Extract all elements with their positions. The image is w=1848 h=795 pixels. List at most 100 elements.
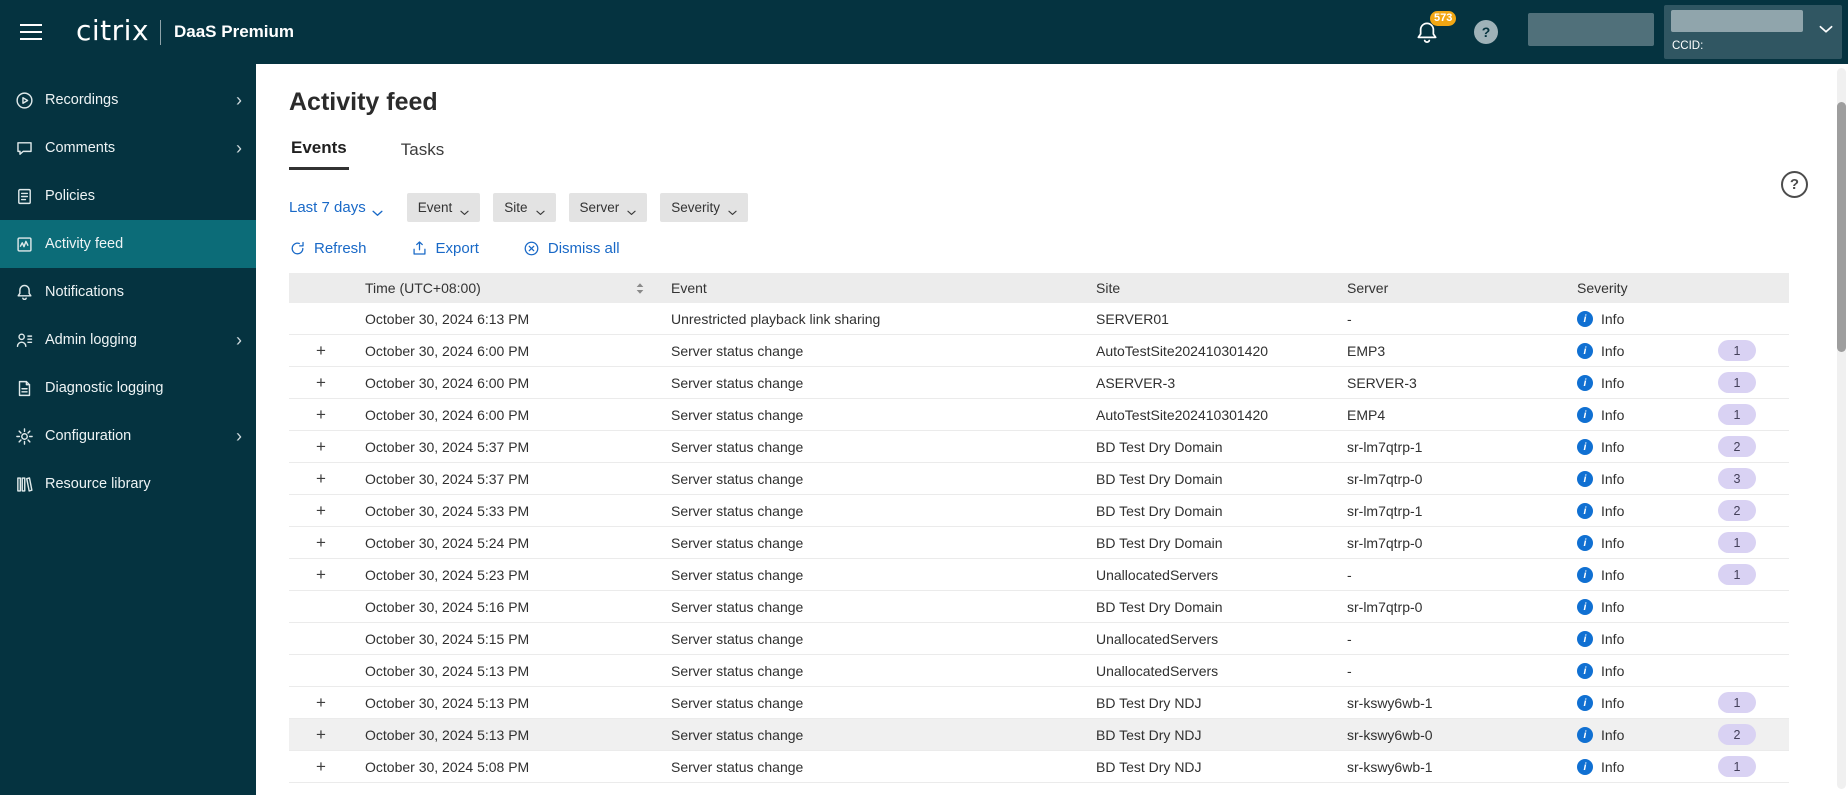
row-time-value: October 30, 2024 6:13 PM: [365, 310, 530, 327]
expand-button[interactable]: +: [307, 529, 335, 557]
row-severity: i Info: [1565, 438, 1685, 455]
page-help-button[interactable]: [1781, 171, 1808, 198]
column-header-event: Event: [671, 280, 707, 296]
export-button[interactable]: Export: [411, 240, 479, 257]
count-badge: 1: [1718, 692, 1756, 713]
count-badge: 3: [1718, 468, 1756, 489]
chevron-right-icon: ›: [236, 138, 242, 158]
dismiss-all-button[interactable]: Dismiss all: [523, 240, 620, 257]
row-time-value: October 30, 2024 5:08 PM: [365, 758, 530, 775]
help-button[interactable]: [1474, 20, 1498, 44]
expand-button[interactable]: +: [307, 401, 335, 429]
row-severity: i Info: [1565, 662, 1685, 679]
tab-events[interactable]: Events: [289, 138, 349, 170]
expand-button[interactable]: +: [307, 689, 335, 717]
resource-library-icon: [15, 475, 34, 494]
row-time: October 30, 2024 6:00 PM: [353, 407, 659, 423]
sidebar-item-activity-feed[interactable]: Activity feed ›: [0, 220, 256, 268]
filter-site[interactable]: Site: [493, 192, 556, 222]
row-event: Server status change: [671, 726, 804, 743]
hamburger-menu-button[interactable]: [14, 15, 48, 49]
sidebar: Recordings › Comments › Policies › Activ…: [0, 64, 256, 795]
diagnostic-logging-icon: [15, 379, 34, 398]
activity-feed-icon: [15, 235, 34, 254]
ccid-label: CCID:: [1672, 40, 1704, 52]
count-badge: 2: [1718, 436, 1756, 457]
date-range-dropdown[interactable]: Last 7 days: [289, 199, 383, 216]
row-time-value: October 30, 2024 5:24 PM: [365, 534, 530, 551]
row-time-value: October 30, 2024 5:13 PM: [365, 726, 530, 743]
row-time: October 30, 2024 5:23 PM: [353, 567, 659, 583]
row-event: Server status change: [671, 406, 804, 423]
sidebar-item-comments[interactable]: Comments ›: [0, 124, 256, 172]
sort-icon[interactable]: [635, 282, 645, 295]
row-server: sr-kswy6wb-1: [1347, 758, 1433, 775]
row-time-value: October 30, 2024 5:15 PM: [365, 630, 530, 647]
row-server: EMP4: [1347, 406, 1386, 423]
filter-event[interactable]: Event: [406, 192, 481, 222]
row-site: BD Test Dry Domain: [1096, 438, 1223, 455]
row-time: October 30, 2024 5:15 PM: [353, 631, 659, 647]
row-site: UnallocatedServers: [1096, 630, 1219, 647]
row-server: -: [1347, 566, 1352, 583]
row-time: October 30, 2024 5:37 PM: [353, 439, 659, 455]
filter-dropdown-label: Site: [504, 199, 528, 215]
row-time: October 30, 2024 6:00 PM: [353, 343, 659, 359]
main-content: Activity feed Events Tasks Last 7 days E…: [256, 64, 1848, 795]
filter-severity[interactable]: Severity: [660, 192, 749, 222]
expand-button[interactable]: +: [307, 337, 335, 365]
refresh-button[interactable]: Refresh: [289, 240, 367, 257]
brand-divider: [160, 20, 161, 45]
table-row: + October 30, 2024 6:00 PM Server status…: [289, 399, 1789, 431]
sidebar-item-policies[interactable]: Policies ›: [0, 172, 256, 220]
info-icon: i: [1577, 758, 1593, 775]
row-event: Server status change: [671, 374, 804, 391]
row-server: -: [1347, 310, 1352, 327]
expand-button[interactable]: +: [307, 433, 335, 461]
row-event: Server status change: [671, 470, 804, 487]
row-time-value: October 30, 2024 5:33 PM: [365, 502, 530, 519]
sidebar-item-label: Policies: [45, 188, 95, 204]
expand-button[interactable]: +: [307, 465, 335, 493]
notifications-button[interactable]: 573: [1414, 11, 1457, 48]
sidebar-item-notifications[interactable]: Notifications ›: [0, 268, 256, 316]
row-server: sr-kswy6wb-1: [1347, 694, 1433, 711]
expand-button[interactable]: +: [307, 369, 335, 397]
filter-dropdown-label: Event: [417, 199, 453, 215]
expand-button[interactable]: +: [307, 561, 335, 589]
row-severity-label: Info: [1601, 310, 1625, 327]
tab-tasks[interactable]: Tasks: [399, 138, 446, 170]
comments-icon: [15, 139, 34, 158]
column-header-time[interactable]: Time (UTC+08:00): [353, 280, 659, 296]
sidebar-item-resource-library[interactable]: Resource library ›: [0, 460, 256, 508]
tabs: Events Tasks: [289, 138, 1848, 170]
action-label: Refresh: [314, 240, 367, 257]
row-site: ASERVER-3: [1096, 374, 1176, 391]
table-row: + October 30, 2024 5:24 PM Server status…: [289, 527, 1789, 559]
sidebar-item-configuration[interactable]: Configuration ›: [0, 412, 256, 460]
filter-dropdown-label: Server: [579, 199, 620, 215]
row-severity-label: Info: [1601, 342, 1625, 359]
chevron-right-icon: ›: [236, 426, 242, 446]
expand-button[interactable]: +: [307, 721, 335, 749]
row-site: BD Test Dry NDJ: [1096, 694, 1202, 711]
ccid-selector[interactable]: CCID:: [1664, 5, 1842, 59]
table-row: + October 30, 2024 5:08 PM Server status…: [289, 751, 1789, 783]
info-icon: i: [1577, 342, 1593, 359]
configuration-icon: [15, 427, 34, 446]
scrollbar-thumb[interactable]: [1837, 102, 1846, 352]
expand-button[interactable]: +: [307, 497, 335, 525]
sidebar-item-diagnostic-logging[interactable]: Diagnostic logging ›: [0, 364, 256, 412]
row-time: October 30, 2024 5:24 PM: [353, 535, 659, 551]
expand-button[interactable]: +: [307, 753, 335, 781]
filter-server[interactable]: Server: [568, 192, 648, 222]
row-event: Server status change: [671, 694, 804, 711]
info-icon: i: [1577, 470, 1593, 487]
row-time: October 30, 2024 5:33 PM: [353, 503, 659, 519]
row-time: October 30, 2024 5:13 PM: [353, 695, 659, 711]
sidebar-item-recordings[interactable]: Recordings ›: [0, 76, 256, 124]
row-severity-label: Info: [1601, 502, 1625, 519]
sidebar-item-admin-logging[interactable]: Admin logging ›: [0, 316, 256, 364]
sidebar-item-label: Configuration: [45, 428, 132, 444]
row-severity-label: Info: [1601, 662, 1625, 679]
